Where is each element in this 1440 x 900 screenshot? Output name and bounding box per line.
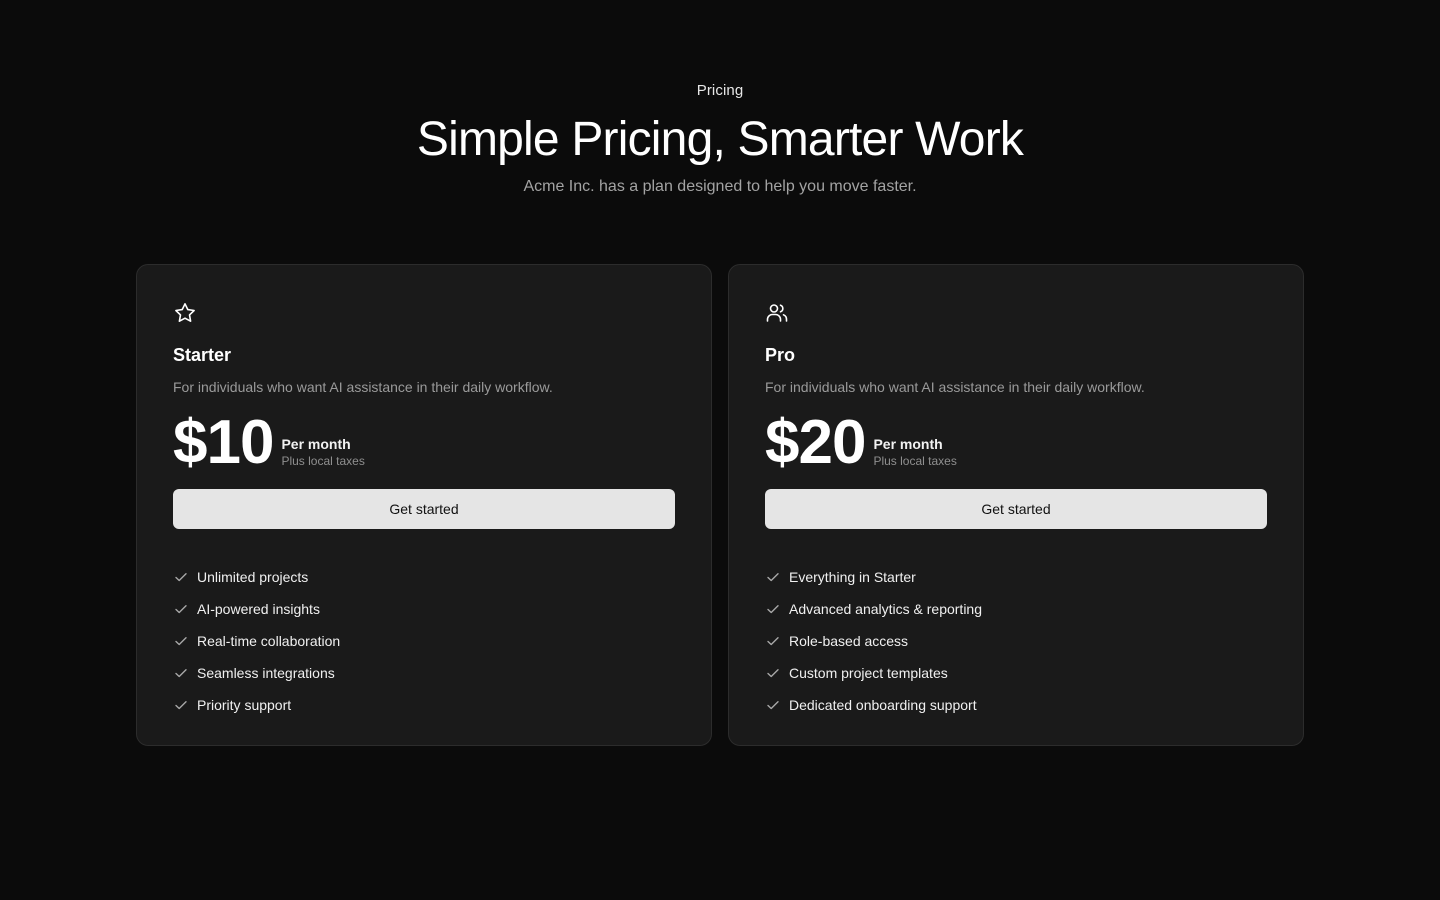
plan-description: For individuals who want AI assistance i… — [765, 379, 1145, 395]
get-started-button-pro[interactable]: Get started — [765, 489, 1267, 529]
check-icon — [173, 601, 189, 617]
check-icon — [765, 633, 781, 649]
price-period: Per month — [873, 436, 943, 452]
feature-item: AI-powered insights — [173, 593, 340, 625]
plan-description: For individuals who want AI assistance i… — [173, 379, 553, 395]
price-period: Per month — [281, 436, 351, 452]
price-row: $20 Per month Plus local taxes — [765, 411, 957, 475]
feature-label: Advanced analytics & reporting — [789, 601, 982, 617]
feature-label: Real-time collaboration — [197, 633, 341, 649]
feature-item: Real-time collaboration — [173, 625, 340, 657]
check-icon — [173, 697, 189, 713]
check-icon — [173, 665, 189, 681]
feature-item: Advanced analytics & reporting — [765, 593, 982, 625]
get-started-button-starter[interactable]: Get started — [173, 489, 675, 529]
check-icon — [765, 665, 781, 681]
feature-label: Custom project templates — [789, 665, 948, 681]
feature-item: Everything in Starter — [765, 561, 982, 593]
page-title: Simple Pricing, Smarter Work — [416, 113, 1024, 166]
plan-name: Pro — [765, 345, 796, 365]
price-row: $10 Per month Plus local taxes — [173, 411, 365, 475]
check-icon — [173, 569, 189, 585]
tax-note: Plus local taxes — [873, 454, 957, 468]
feature-item: Role-based access — [765, 625, 982, 657]
feature-label: Role-based access — [789, 633, 909, 649]
plan-price: $10 — [173, 408, 274, 477]
price-meta: Per month Plus local taxes — [281, 435, 364, 475]
feature-item: Seamless integrations — [173, 657, 340, 689]
feature-list: Everything in Starter Advanced analytics… — [765, 561, 982, 721]
feature-label: Seamless integrations — [197, 665, 335, 681]
plan-card-pro: Pro For individuals who want AI assistan… — [728, 264, 1304, 746]
page-subtitle: Acme Inc. has a plan designed to help yo… — [523, 178, 917, 195]
check-icon — [765, 697, 781, 713]
users-icon — [765, 301, 789, 325]
pricing-eyebrow: Pricing — [696, 82, 744, 99]
feature-item: Priority support — [173, 689, 340, 721]
check-icon — [173, 633, 189, 649]
pricing-page: Pricing Simple Pricing, Smarter Work Acm… — [0, 0, 1440, 900]
price-meta: Per month Plus local taxes — [873, 435, 956, 475]
feature-list: Unlimited projects AI-powered insights R… — [173, 561, 340, 721]
feature-item: Dedicated onboarding support — [765, 689, 982, 721]
pricing-cards: Starter For individuals who want AI assi… — [136, 264, 1304, 746]
feature-label: AI-powered insights — [197, 601, 320, 617]
star-icon — [173, 301, 197, 325]
feature-label: Dedicated onboarding support — [789, 697, 977, 713]
plan-price: $20 — [765, 408, 866, 477]
feature-item: Unlimited projects — [173, 561, 340, 593]
feature-label: Unlimited projects — [197, 569, 309, 585]
feature-label: Priority support — [197, 697, 292, 713]
plan-card-starter: Starter For individuals who want AI assi… — [136, 264, 712, 746]
tax-note: Plus local taxes — [281, 454, 365, 468]
feature-label: Everything in Starter — [789, 569, 916, 585]
plan-name: Starter — [173, 345, 232, 365]
feature-item: Custom project templates — [765, 657, 982, 689]
check-icon — [765, 601, 781, 617]
check-icon — [765, 569, 781, 585]
